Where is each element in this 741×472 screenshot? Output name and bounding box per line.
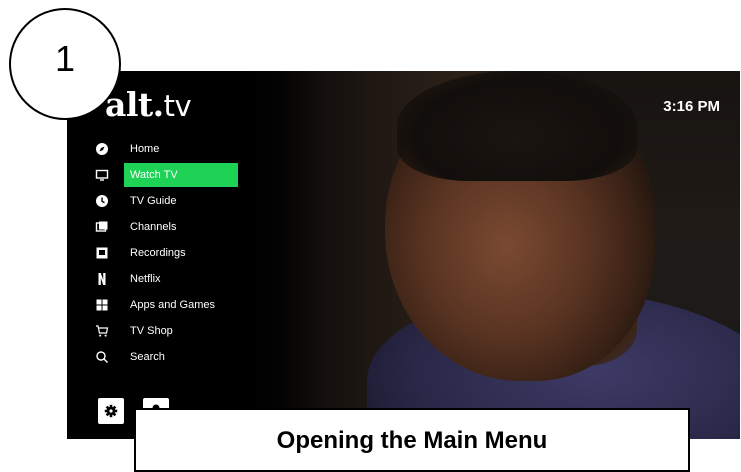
menu-item-label: Watch TV <box>130 169 178 181</box>
menu-item-label: TV Shop <box>130 325 173 337</box>
menu-item-netflix[interactable]: Netflix <box>67 267 327 291</box>
app-logo: alt.tv <box>105 85 192 126</box>
menu-item-tv-shop[interactable]: TV Shop <box>67 319 327 343</box>
menu-item-recordings[interactable]: Recordings <box>67 241 327 265</box>
logo-suffix: tv <box>163 89 192 123</box>
step-number-badge: 1 <box>9 8 121 120</box>
netflix-icon <box>98 273 106 285</box>
menu-item-home[interactable]: Home <box>67 137 327 161</box>
tv-screen: alt.tv 3:16 PM Home Watch TV TV Guide Ch… <box>67 71 740 439</box>
menu-item-label: Netflix <box>130 273 161 285</box>
menu-item-tv-guide[interactable]: TV Guide <box>67 189 327 213</box>
person-hair <box>397 71 637 181</box>
clock-icon <box>96 195 108 207</box>
step-number: 1 <box>54 38 76 79</box>
menu-item-watch-tv[interactable]: Watch TV <box>67 163 327 187</box>
menu-item-label: Apps and Games <box>130 299 215 311</box>
caption-text: Opening the Main Menu <box>276 427 548 454</box>
apps-grid-icon <box>96 299 108 311</box>
cart-icon <box>96 325 109 337</box>
compass-icon <box>96 143 108 155</box>
settings-button[interactable] <box>98 398 124 424</box>
recordings-icon <box>96 247 108 259</box>
clock: 3:16 PM <box>663 98 720 115</box>
menu-item-apps-and-games[interactable]: Apps and Games <box>67 293 327 317</box>
caption-box: Opening the Main Menu <box>134 408 690 472</box>
menu-item-label: Recordings <box>130 247 186 259</box>
menu-item-label: Home <box>130 143 160 155</box>
menu-item-search[interactable]: Search <box>67 345 327 369</box>
tv-icon <box>95 169 109 181</box>
menu-item-label: Search <box>130 351 165 363</box>
menu-item-label: TV Guide <box>130 195 177 207</box>
channels-icon <box>95 221 108 232</box>
menu-item-label: Channels <box>130 221 177 233</box>
search-icon <box>96 351 108 363</box>
menu-item-channels[interactable]: Channels <box>67 215 327 239</box>
gear-icon <box>104 404 118 418</box>
